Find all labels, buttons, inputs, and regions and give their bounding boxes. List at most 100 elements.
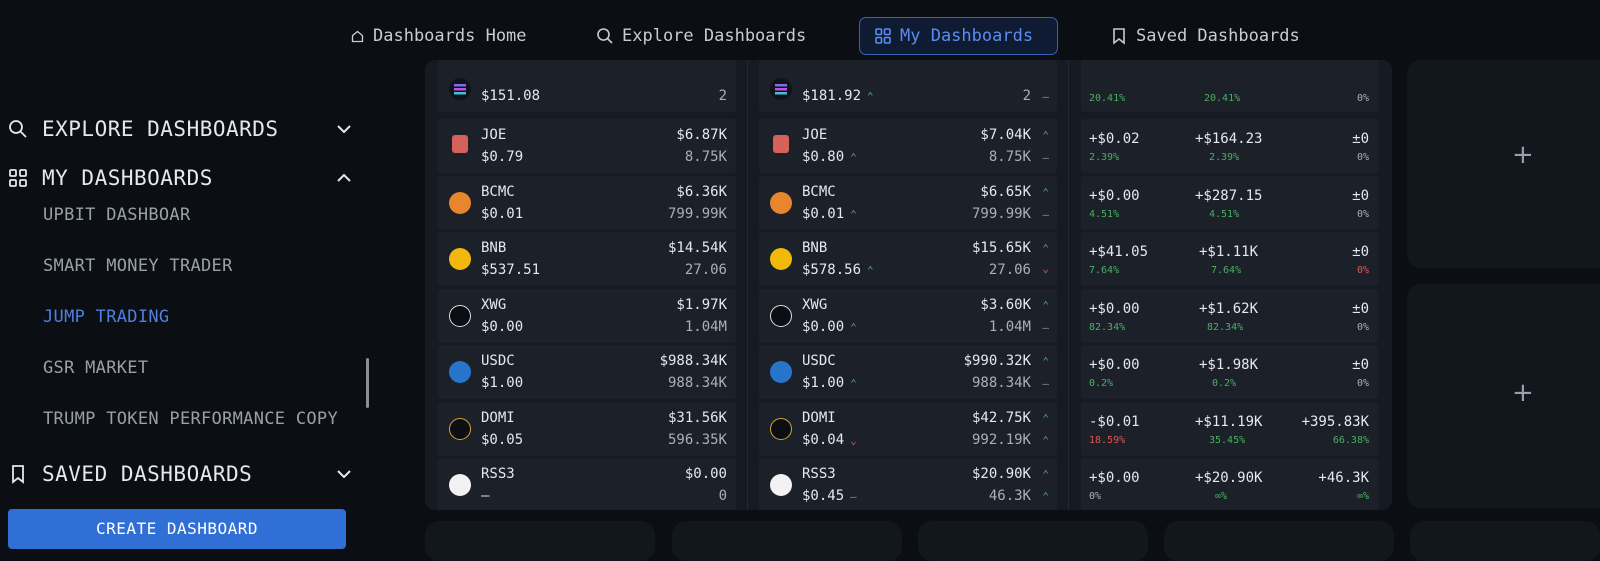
token-price: $1.00 ⌃ <box>802 375 857 391</box>
token-icon <box>770 78 792 100</box>
bnb-token-icon <box>449 248 471 270</box>
table-row[interactable]: RSS3 $0.45— $20.90K 46.3K ⌃ ⌃ <box>759 458 1057 510</box>
change-percent: 0% <box>1089 491 1102 502</box>
value-change-percent: 35.45% <box>1209 435 1246 446</box>
price-change: +$0.02 <box>1089 131 1140 147</box>
dashboard-card[interactable] <box>918 521 1148 561</box>
sidebar-item-upbit[interactable]: UPBIT DASHBOAR <box>43 205 191 225</box>
bookmark-icon <box>1113 28 1125 45</box>
table-row[interactable]: DOMI $0.05 $31.56K 596.35K <box>438 402 736 456</box>
token-value: $1.97K <box>676 297 727 313</box>
token-value: $14.54K <box>667 240 727 256</box>
token-value: $15.65K <box>971 240 1031 256</box>
table-row[interactable]: BCMC $0.01 ⌃ $6.65K 799.99K ⌃ — <box>759 176 1057 230</box>
empty-widget-slot[interactable]: + <box>1407 284 1600 508</box>
token-icon <box>449 78 471 100</box>
grid-icon <box>875 28 891 44</box>
table-row[interactable]: DOMI $0.04 ⌄ $42.75K 992.19K ⌃ ⌃ <box>759 402 1057 456</box>
token-price: $0.00 <box>481 319 524 335</box>
qty-change-percent: ∞% <box>1356 491 1369 502</box>
table-row[interactable]: BNB $537.51 $14.54K 27.06 <box>438 232 736 286</box>
dashboard-card[interactable] <box>1164 521 1394 561</box>
table-row[interactable]: $151.08 2 <box>438 60 736 112</box>
sidebar-scrollbar[interactable] <box>366 358 369 408</box>
table-row[interactable]: $181.92 ⌃ 2 — <box>759 60 1057 112</box>
home-icon <box>351 30 364 42</box>
sidebar-explore-dashboards[interactable]: EXPLORE DASHBOARDS <box>8 109 353 149</box>
token-quantity: 2 <box>1022 88 1031 104</box>
qty-change: ±0 <box>1352 188 1369 204</box>
token-symbol: USDC <box>802 353 836 369</box>
sidebar-item-jump-trading[interactable]: JUMP TRADING <box>43 307 169 327</box>
table-row[interactable]: BNB $578.56 ⌃ $15.65K 27.06 ⌃ ⌄ <box>759 232 1057 286</box>
token-quantity: 1.04M <box>988 319 1031 335</box>
dash-icon: — <box>1042 151 1049 164</box>
chevron-down-icon[interactable] <box>335 120 353 138</box>
table-row[interactable]: +$0.00 0% +$20.90K ∞% +46.3K ∞% <box>1081 458 1378 510</box>
token-quantity: 799.99K <box>971 206 1031 222</box>
table-row[interactable]: -$0.01 18.59% +$11.19K 35.45% +395.83K 6… <box>1081 402 1378 456</box>
search-icon <box>597 28 613 44</box>
table-row[interactable]: USDC $1.00 $988.34K 988.34K <box>438 345 736 399</box>
dash-icon: — <box>850 490 857 503</box>
value-change-percent: 7.64% <box>1211 265 1242 276</box>
token-price: $1.00 <box>481 375 524 391</box>
nav-saved-dashboards[interactable]: Saved Dashboards <box>1096 17 1314 55</box>
table-row[interactable]: JOE $0.79 $6.87K 8.75K <box>438 119 736 173</box>
price-change: +$0.00 <box>1089 188 1140 204</box>
dashboard-card[interactable] <box>672 521 902 561</box>
dashboard-card[interactable] <box>1410 521 1600 561</box>
table-row[interactable]: BCMC $0.01 $6.36K 799.99K <box>438 176 736 230</box>
chevron-up-icon[interactable] <box>335 169 353 187</box>
table-row[interactable]: RSS3 — $0.00 0 <box>438 458 736 510</box>
table-row[interactable]: +$0.02 2.39% +$164.23 2.39% ±0 0% <box>1081 119 1378 173</box>
qty-change-percent: 0% <box>1356 209 1369 220</box>
empty-widget-slot[interactable]: + <box>1407 60 1600 268</box>
dash-icon: — <box>1042 90 1049 103</box>
table-row[interactable]: +$0.00 82.34% +$1.62K 82.34% ±0 0% <box>1081 289 1378 343</box>
arrow-up-icon: ⌃ <box>867 90 874 103</box>
token-symbol: BCMC <box>481 184 515 200</box>
dash-icon: — <box>1042 321 1049 334</box>
bcmc-token-icon <box>770 192 792 214</box>
add-widget-icon[interactable]: + <box>1512 140 1534 170</box>
change-percent: 82.34% <box>1089 322 1126 333</box>
nav-dashboards-home[interactable]: Dashboards Home <box>336 17 541 55</box>
table-row[interactable]: +$0.00 4.51% +$287.15 4.51% ±0 0% <box>1081 176 1378 230</box>
table-row[interactable]: 20.41% 20.41% 0% <box>1081 60 1378 112</box>
arrow-up-icon: ⌃ <box>867 264 874 277</box>
table-row[interactable]: JOE $0.80 ⌃ $7.04K 8.75K ⌃ — <box>759 119 1057 173</box>
table-row[interactable]: +$0.00 0.2% +$1.98K 0.2% ±0 0% <box>1081 345 1378 399</box>
token-quantity: 8.75K <box>684 149 727 165</box>
arrow-up-icon: ⌃ <box>850 151 857 164</box>
column-divider <box>747 60 748 510</box>
sidebar-item-gsr-market[interactable]: GSR MARKET <box>43 358 148 378</box>
arrow-down-icon: ⌄ <box>850 434 857 447</box>
token-value: $31.56K <box>667 410 727 426</box>
sidebar-my-dashboards[interactable]: MY DASHBOARDS <box>8 158 353 198</box>
table-row[interactable]: +$41.05 7.64% +$1.11K 7.64% ±0 0% <box>1081 232 1378 286</box>
nav-my-dashboards[interactable]: My Dashboards <box>859 17 1058 55</box>
sidebar-saved-dashboards[interactable]: SAVED DASHBOARDS <box>8 454 353 494</box>
token-price: — <box>481 488 490 504</box>
dashboard-card[interactable] <box>425 521 655 561</box>
token-quantity: 27.06 <box>684 262 727 278</box>
table-row[interactable]: USDC $1.00 ⌃ $990.32K 988.34K ⌃ — <box>759 345 1057 399</box>
qty-change: ±0 <box>1352 244 1369 260</box>
add-widget-icon[interactable]: + <box>1512 378 1534 408</box>
chevron-down-icon[interactable] <box>335 465 353 483</box>
create-dashboard-button[interactable]: CREATE DASHBOARD <box>8 509 346 549</box>
price-change: +$0.00 <box>1089 470 1140 486</box>
change-percent: 18.59% <box>1089 435 1126 446</box>
arrow-up-icon: ⌃ <box>1042 412 1049 425</box>
token-price: $0.01 <box>481 206 524 222</box>
table-row[interactable]: XWG $0.00 ⌃ $3.60K 1.04M ⌃ — <box>759 289 1057 343</box>
nav-explore-dashboards[interactable]: Explore Dashboards <box>582 17 820 55</box>
token-price: $0.45— <box>802 488 857 504</box>
sidebar-item-smart-money[interactable]: SMART MONEY TRADER <box>43 256 233 276</box>
table-row[interactable]: XWG $0.00 $1.97K 1.04M <box>438 289 736 343</box>
token-symbol: BCMC <box>802 184 836 200</box>
token-price: $0.04 ⌄ <box>802 432 857 448</box>
sidebar-item-trump-token[interactable]: TRUMP TOKEN PERFORMANCE COPY <box>43 409 338 429</box>
arrow-up-icon: ⌃ <box>1042 355 1049 368</box>
